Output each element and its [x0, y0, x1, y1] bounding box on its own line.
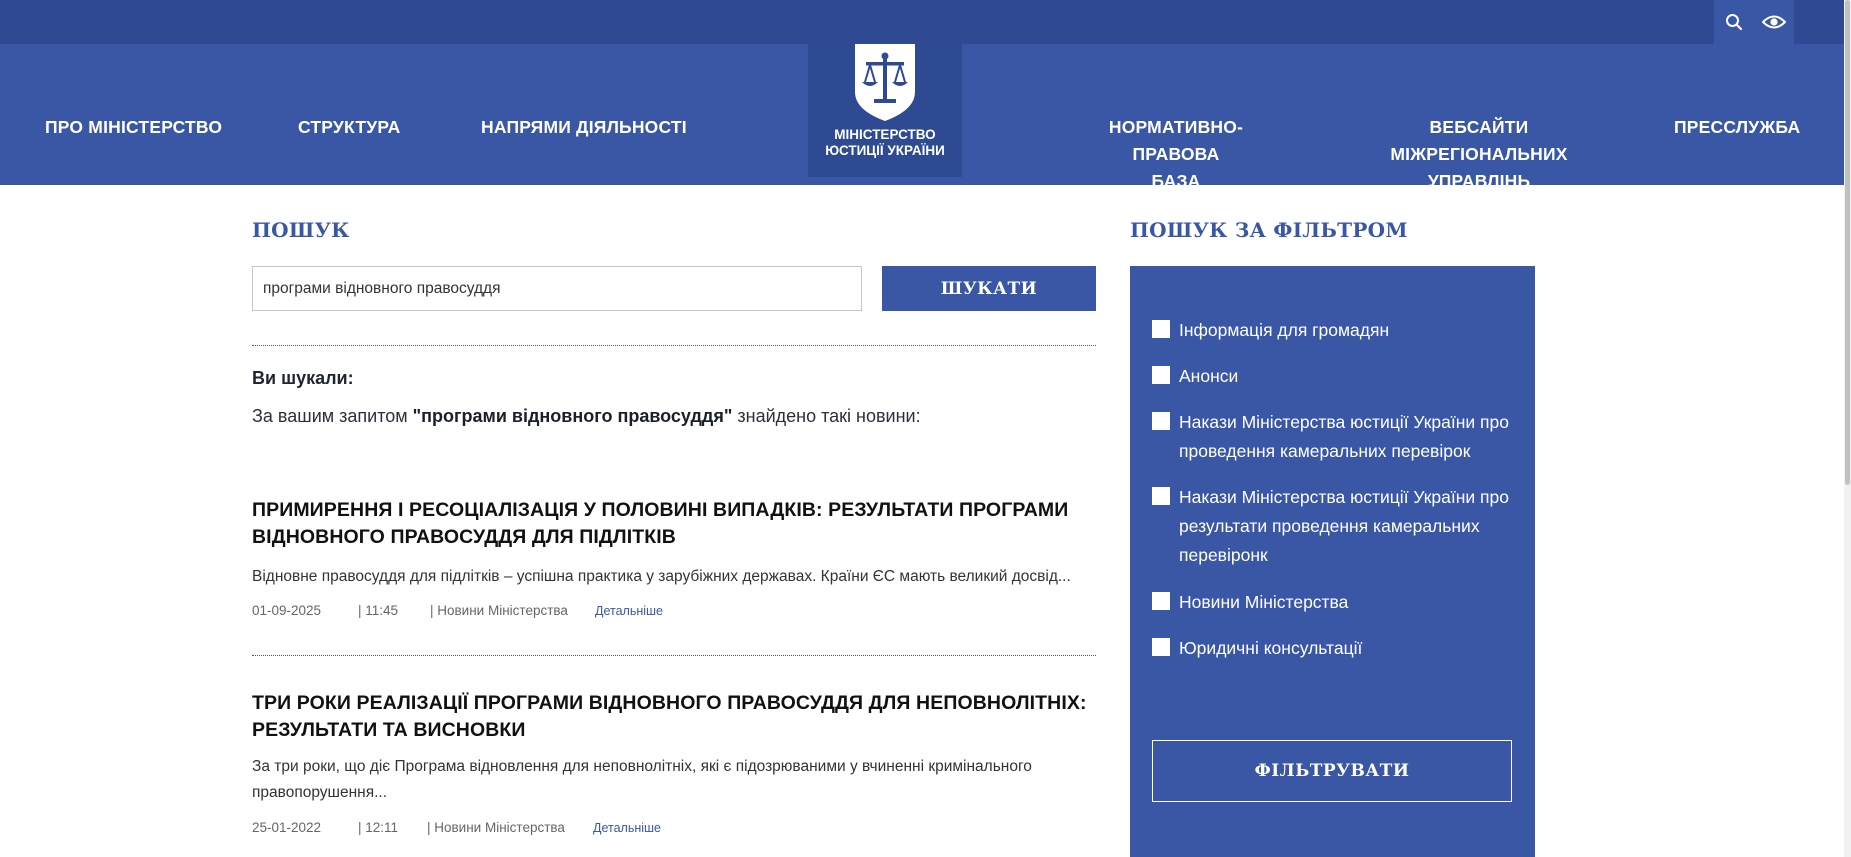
news-date: 01-09-2025	[252, 603, 322, 618]
accessibility-button[interactable]	[1759, 7, 1789, 37]
filter-panel: Інформація для громадян Анонси Накази Мі…	[1130, 266, 1535, 857]
page-scrollbar[interactable]	[1844, 0, 1851, 857]
filter-checkbox[interactable]	[1152, 366, 1170, 384]
filter-submit-button[interactable]: ФІЛЬТРУВАТИ	[1152, 740, 1512, 802]
logo-line-2: ЮСТИЦІЇ УКРАЇНИ	[825, 143, 945, 158]
news-excerpt: За три роки, що діє Програма відновлення…	[252, 758, 1032, 801]
eye-icon	[1762, 15, 1786, 29]
news-more-link[interactable]: Детальніше	[593, 821, 661, 835]
divider	[252, 345, 1096, 346]
news-category[interactable]: | Новини Міністерства	[430, 603, 568, 618]
nav-press-service[interactable]: ПРЕССЛУЖБА	[1674, 114, 1800, 141]
summary-prefix: За вашим запитом	[252, 406, 413, 426]
filter-checkbox[interactable]	[1152, 638, 1170, 656]
filter-checkbox[interactable]	[1152, 592, 1170, 610]
nav-structure[interactable]: СТРУКТУРА	[298, 114, 401, 141]
top-bar	[0, 0, 1844, 44]
you-searched-label: Ви шукали:	[252, 368, 354, 388]
filter-option-label[interactable]: Новини Міністерства	[1179, 588, 1524, 617]
filter-option-label[interactable]: Юридичні консультації	[1179, 634, 1524, 663]
logo-line-1: МІНІСТЕРСТВО	[834, 127, 936, 142]
nav-about-ministry[interactable]: ПРО МІНІСТЕРСТВО	[45, 114, 222, 141]
news-date: 25-01-2022	[252, 820, 322, 835]
ministry-logo[interactable]: МІНІСТЕРСТВО ЮСТИЦІЇ УКРАЇНИ	[808, 44, 962, 177]
search-submit-button[interactable]: ШУКАТИ	[882, 266, 1096, 311]
scales-of-justice-icon	[855, 44, 915, 121]
news-title[interactable]: ТРИ РОКИ РЕАЛІЗАЦІЇ ПРОГРАМИ ВІДНОВНОГО …	[252, 690, 1096, 744]
news-more-link[interactable]: Детальніше	[595, 604, 663, 618]
filter-checkbox[interactable]	[1152, 412, 1170, 430]
summary-suffix: знайдено такі новини:	[732, 406, 921, 426]
news-time: | 12:11	[358, 820, 399, 835]
header-tools	[1714, 0, 1794, 44]
news-excerpt: Відновне правосуддя для підлітків – успі…	[252, 568, 1071, 585]
search-button[interactable]	[1719, 7, 1749, 37]
filter-option-label[interactable]: Інформація для громадян	[1179, 316, 1524, 345]
nav-regional-websites[interactable]: ВЕБСАЙТИ МІЖРЕГІОНАЛЬНИХ УПРАВЛІНЬ	[1346, 114, 1612, 195]
filter-option-label[interactable]: Накази Міністерства юстиції України про …	[1179, 483, 1524, 570]
logo-text: МІНІСТЕРСТВО ЮСТИЦІЇ УКРАЇНИ	[825, 127, 945, 159]
scrollbar-thumb[interactable]	[1845, 0, 1850, 485]
filter-option-label[interactable]: Анонси	[1179, 362, 1524, 391]
news-title[interactable]: ПРИМИРЕННЯ І РЕСОЦІАЛІЗАЦІЯ У ПОЛОВИНІ В…	[252, 497, 1096, 551]
filter-checkbox[interactable]	[1152, 487, 1170, 505]
search-summary: За вашим запитом "програми відновного пр…	[252, 406, 921, 427]
news-time: | 11:45	[358, 603, 399, 618]
filter-title: ПОШУК ЗА ФІЛЬТРОМ	[1130, 218, 1408, 242]
filter-checkbox[interactable]	[1152, 320, 1170, 338]
search-icon	[1726, 14, 1743, 31]
search-input[interactable]	[252, 266, 862, 311]
summary-query: "програми відновного правосуддя"	[412, 406, 733, 426]
news-category[interactable]: | Новини Міністерства	[427, 820, 565, 835]
divider	[252, 655, 1096, 656]
filter-option-label[interactable]: Накази Міністерства юстиції України про …	[1179, 408, 1524, 466]
nav-activities[interactable]: НАПРЯМИ ДІЯЛЬНОСТІ	[481, 114, 687, 141]
nav-legal-base[interactable]: НОРМАТИВНО-ПРАВОВА БАЗА	[1068, 114, 1284, 195]
search-title: ПОШУК	[252, 218, 350, 242]
